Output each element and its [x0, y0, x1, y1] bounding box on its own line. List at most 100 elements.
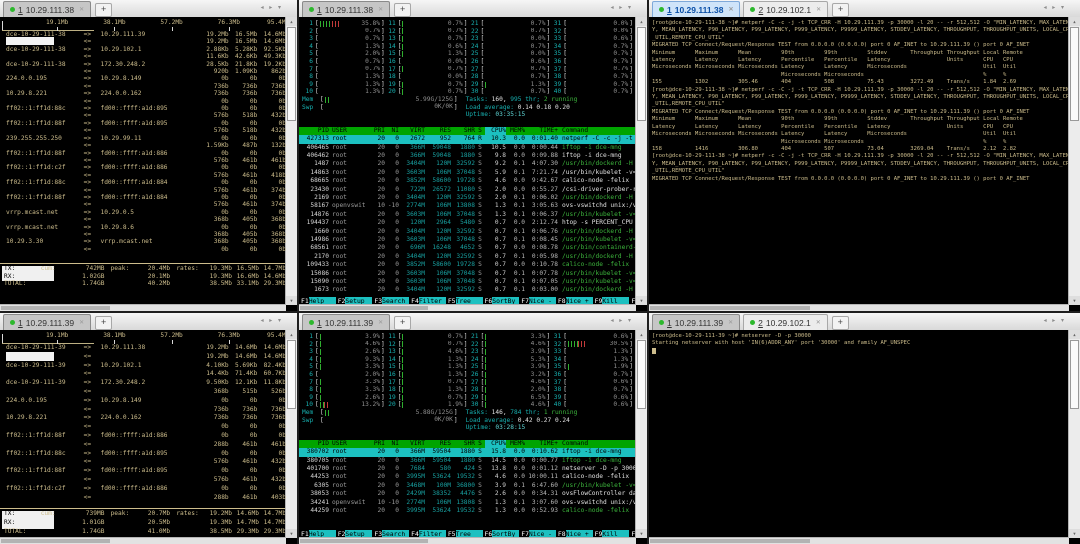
- tab-10.29.102.1[interactable]: 2 10.29.102.1 ✕: [743, 314, 828, 330]
- tab-nav-icons[interactable]: ◂ ▸ ▾: [1044, 4, 1066, 11]
- column-header-MEMpct[interactable]: MEM%: [506, 440, 525, 448]
- tab-10.29.111.38[interactable]: 1 10.29.111.38 ✕: [3, 1, 92, 17]
- iftop-terminal[interactable]: 19.1Mb 38.1Mb 57.2Mb 76.3Mb 95.4Mb dce-10-29-…: [0, 330, 286, 538]
- scroll-up-icon[interactable]: ▲: [286, 17, 297, 26]
- horizontal-scrollbar[interactable]: [649, 304, 1069, 311]
- htop-terminal[interactable]: 1[35.8%] 2[0.7%] 3[0.7%] 4[1.3%] 5[2.0%] 6[0.…: [299, 17, 636, 305]
- swap-meter: Swp[0K/0K]: [302, 103, 458, 111]
- scrollbar-thumb[interactable]: [650, 539, 810, 543]
- tab-close-icon[interactable]: ✕: [816, 6, 821, 13]
- column-header-PID[interactable]: PID: [299, 440, 329, 448]
- scroll-up-icon[interactable]: ▲: [636, 17, 647, 26]
- tab-close-icon[interactable]: ✕: [79, 319, 84, 326]
- tab-10.29.102.1[interactable]: 2 10.29.102.1 ✕: [743, 1, 829, 17]
- scrollbar-thumb[interactable]: [300, 306, 429, 310]
- column-header-MEMpct[interactable]: MEM%: [506, 127, 525, 135]
- scroll-down-icon[interactable]: ▼: [1069, 529, 1080, 538]
- tab-nav-icons[interactable]: ◂ ▸ ▾: [1044, 317, 1066, 324]
- column-header-NI[interactable]: NI: [385, 127, 399, 135]
- new-tab-button[interactable]: +: [394, 316, 412, 330]
- scroll-up-icon[interactable]: ▲: [1069, 330, 1080, 339]
- netperf-terminal[interactable]: [root@dce-10-29-111-38 ~]# netperf -C -c…: [649, 17, 1069, 305]
- vertical-scrollbar[interactable]: ▲ ▼: [285, 330, 297, 538]
- new-tab-button[interactable]: +: [394, 3, 412, 17]
- scrollbar-thumb[interactable]: [300, 539, 429, 543]
- column-header-SHR[interactable]: SHR: [451, 440, 475, 448]
- scrollbar-thumb[interactable]: [287, 340, 296, 409]
- new-tab-button[interactable]: +: [95, 3, 113, 17]
- tab-10.29.111.38[interactable]: 1 10.29.111.38 ✕: [302, 1, 391, 17]
- tab-close-icon[interactable]: ✕: [728, 6, 733, 13]
- new-tab-button[interactable]: +: [831, 316, 849, 330]
- vertical-scrollbar[interactable]: ▲ ▼: [635, 17, 647, 305]
- process-row: 109433 root 20 0 3852M 58600 19728 S 0.7 0.0 0:10.…: [306, 261, 630, 269]
- scroll-down-icon[interactable]: ▼: [636, 296, 647, 305]
- column-header-VIRT[interactable]: VIRT: [399, 440, 425, 448]
- iftop-terminal[interactable]: 19.1Mb 38.1Mb 57.2Mb 76.3Mb 95.4Mb dce-10-29-…: [0, 17, 286, 305]
- column-header-TIME+[interactable]: TIME+: [525, 440, 558, 448]
- tab-10.29.111.39[interactable]: 1 10.29.111.39 ✕: [3, 314, 92, 330]
- column-header-Command[interactable]: Command: [558, 440, 636, 448]
- tab-close-icon[interactable]: ✕: [816, 319, 821, 326]
- tab-nav-icons[interactable]: ◂ ▸ ▾: [261, 4, 283, 11]
- column-header-TIME+[interactable]: TIME+: [525, 127, 558, 135]
- scrollbar-thumb[interactable]: [1070, 340, 1079, 409]
- scrollbar-thumb[interactable]: [637, 27, 646, 122]
- scroll-down-icon[interactable]: ▼: [286, 296, 297, 305]
- tab-nav-icons[interactable]: ◂ ▸ ▾: [611, 4, 633, 11]
- netserver-terminal[interactable]: [root@dce-10-29-111-39 ~]# netserver -D …: [649, 330, 1069, 538]
- flow-direction-out-icon: =>: [83, 149, 92, 157]
- scroll-up-icon[interactable]: ▲: [286, 330, 297, 339]
- column-header-PRI[interactable]: PRI: [370, 127, 385, 135]
- flow-direction-out-icon: =>: [83, 45, 92, 53]
- scroll-up-icon[interactable]: ▲: [636, 330, 647, 339]
- totals-row: RX: 1.02GB 20.1Mb 19.3Mb 16.6Mb 14.6Mb: [4, 272, 286, 280]
- scrollbar-thumb[interactable]: [287, 27, 296, 122]
- scrollbar-thumb[interactable]: [1, 306, 110, 310]
- horizontal-scrollbar[interactable]: [299, 304, 636, 311]
- column-header-PRI[interactable]: PRI: [370, 440, 385, 448]
- column-header-PID[interactable]: PID: [299, 127, 329, 135]
- vertical-scrollbar[interactable]: ▲ ▼: [635, 330, 647, 538]
- column-header-USER[interactable]: USER: [329, 127, 370, 135]
- scroll-down-icon[interactable]: ▼: [636, 529, 647, 538]
- new-tab-button[interactable]: +: [832, 3, 850, 17]
- scrollbar-thumb[interactable]: [1070, 27, 1079, 122]
- column-header-SHR[interactable]: SHR: [451, 127, 475, 135]
- scroll-down-icon[interactable]: ▼: [1069, 296, 1080, 305]
- horizontal-scrollbar[interactable]: [0, 304, 286, 311]
- tab-10.29.111.39[interactable]: 1 10.29.111.39 ✕: [302, 314, 391, 330]
- horizontal-scrollbar[interactable]: [0, 537, 286, 544]
- scroll-up-icon[interactable]: ▲: [1069, 17, 1080, 26]
- tab-nav-icons[interactable]: ◂ ▸ ▾: [611, 317, 633, 324]
- column-header-VIRT[interactable]: VIRT: [399, 127, 425, 135]
- tab-close-icon[interactable]: ✕: [728, 319, 733, 326]
- horizontal-scrollbar[interactable]: [649, 537, 1069, 544]
- tab-10.29.111.38[interactable]: 1 10.29.111.38 ✕: [652, 1, 741, 17]
- column-header-CPUpct[interactable]: CPU%: [485, 439, 506, 449]
- tab-close-icon[interactable]: ✕: [79, 6, 84, 13]
- tab-close-icon[interactable]: ✕: [378, 319, 383, 326]
- tab-10.29.111.39[interactable]: 1 10.29.111.39 ✕: [652, 314, 741, 330]
- column-header-CPUpct[interactable]: CPU%: [485, 126, 506, 136]
- column-header-S[interactable]: S: [475, 440, 485, 448]
- horizontal-scrollbar[interactable]: [299, 537, 636, 544]
- tab-nav-icons[interactable]: ◂ ▸ ▾: [261, 317, 283, 324]
- new-tab-button[interactable]: +: [95, 316, 113, 330]
- scroll-down-icon[interactable]: ▼: [286, 529, 297, 538]
- column-header-S[interactable]: S: [475, 127, 485, 135]
- column-header-USER[interactable]: USER: [329, 440, 370, 448]
- htop-terminal[interactable]: 1[3.9%] 2[4.6%] 3[2.6%] 4[9.3%] 5[3.3%] 6[2.0…: [299, 330, 636, 538]
- column-header-RES[interactable]: RES: [425, 440, 451, 448]
- scrollbar-thumb[interactable]: [650, 306, 810, 310]
- vertical-scrollbar[interactable]: ▲ ▼: [1068, 17, 1080, 305]
- process-row: 14863 root 20 0 3603M 106M 37048 S 5.9 0.1 7:21.74…: [310, 168, 636, 176]
- column-header-Command[interactable]: Command: [558, 127, 636, 135]
- tab-close-icon[interactable]: ✕: [378, 6, 383, 13]
- scrollbar-thumb[interactable]: [1, 539, 110, 543]
- vertical-scrollbar[interactable]: ▲ ▼: [285, 17, 297, 305]
- column-header-NI[interactable]: NI: [385, 440, 399, 448]
- scrollbar-thumb[interactable]: [637, 340, 646, 409]
- column-header-RES[interactable]: RES: [425, 127, 451, 135]
- vertical-scrollbar[interactable]: ▲ ▼: [1068, 330, 1080, 538]
